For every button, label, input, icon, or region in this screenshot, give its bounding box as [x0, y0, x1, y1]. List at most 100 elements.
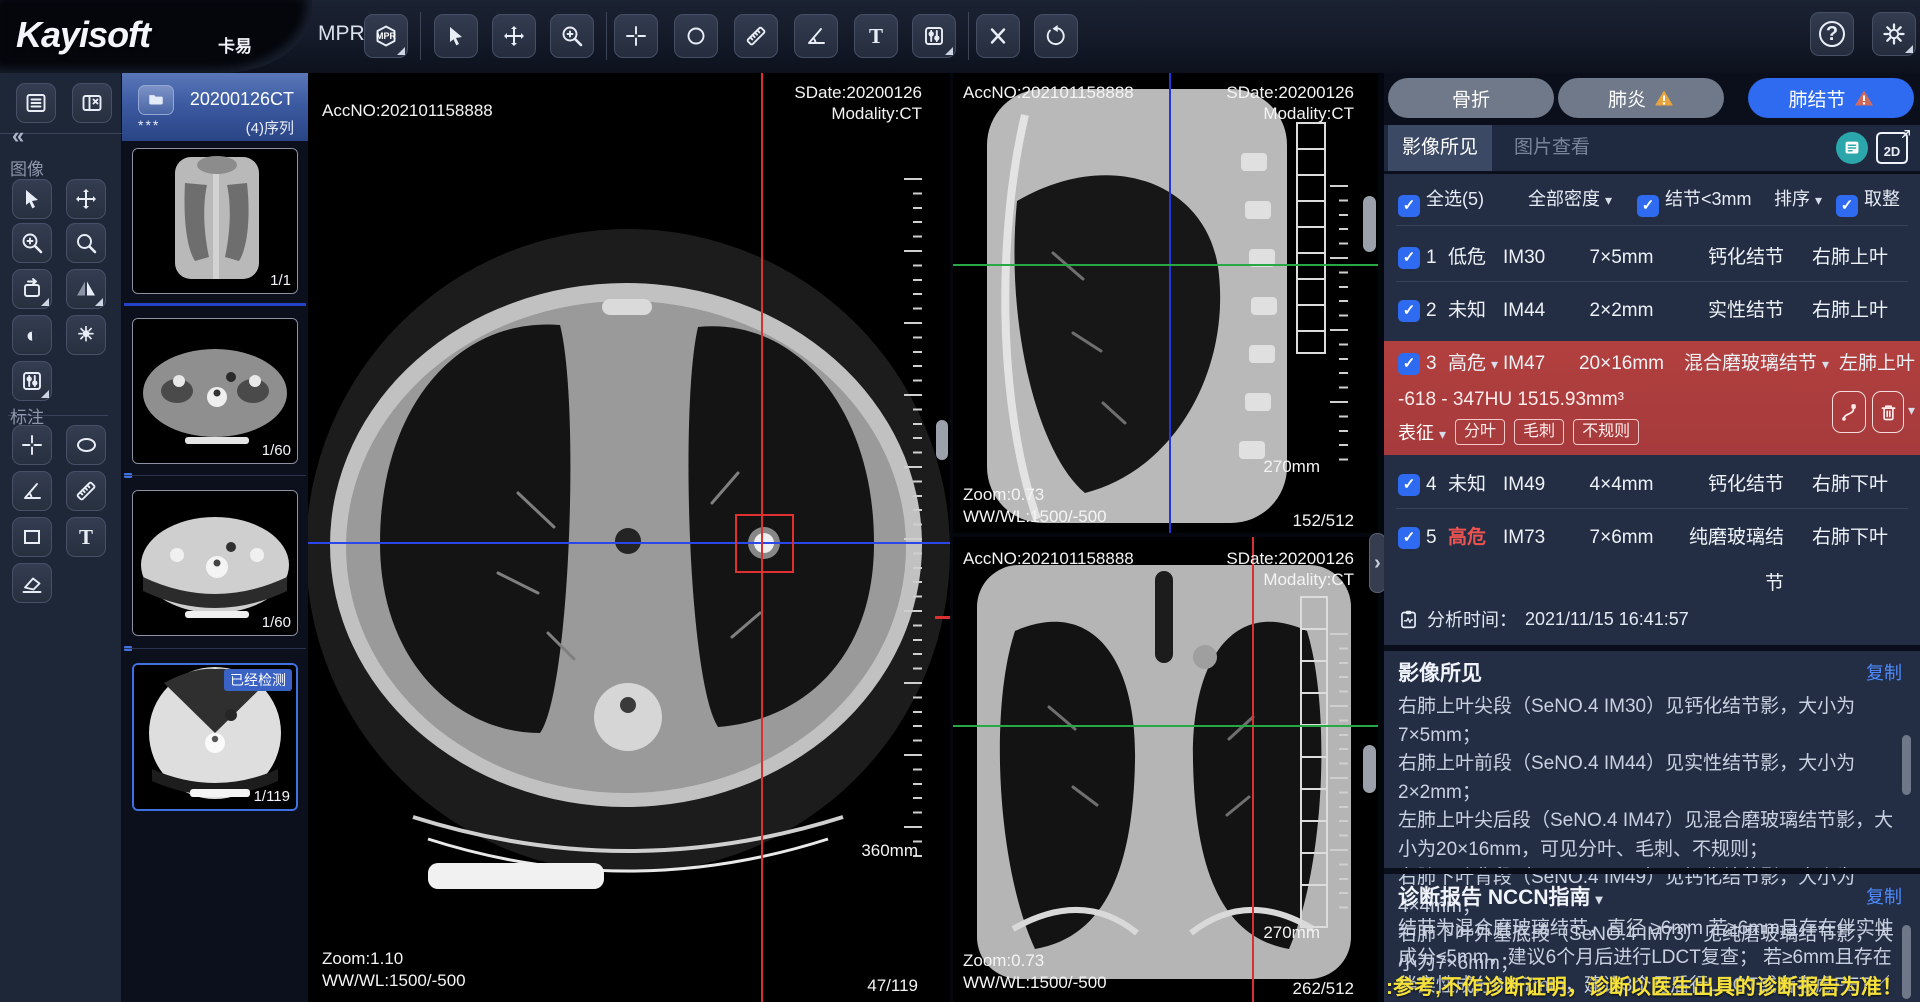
tab-image-view[interactable]: 图片查看	[1500, 125, 1604, 171]
findings-scrollbar-thumb[interactable]	[1902, 735, 1911, 795]
copy-report-link[interactable]: 复制	[1866, 883, 1902, 909]
angle-annotate-button[interactable]	[12, 471, 52, 511]
ruler-tool-button[interactable]	[734, 14, 778, 58]
pan-tool-side[interactable]	[66, 179, 106, 219]
nodule-row-3-selected[interactable]: 3 高危 IM47 20×16mm 混合磨玻璃结节 左肺上叶 -618 - 34…	[1384, 341, 1920, 455]
locate-nodule-button[interactable]	[1832, 391, 1866, 433]
coronal-crosshair-horizontal[interactable]	[953, 725, 1378, 727]
round-label[interactable]: 取整	[1864, 175, 1900, 223]
expand-arrow-icon	[1896, 128, 1912, 144]
series-thumbnail-1[interactable]: 1/1	[132, 148, 298, 294]
axial-crosshair-horizontal[interactable]	[308, 542, 950, 544]
module-lung-nodule[interactable]: 肺结节	[1748, 78, 1914, 118]
module-fracture[interactable]: 骨折	[1388, 78, 1554, 118]
sagittal-crosshair-vertical[interactable]	[1169, 73, 1171, 533]
clear-annotations-button[interactable]	[976, 14, 1020, 58]
axial-scrollbar-thumb[interactable]	[936, 420, 948, 460]
sagittal-viewport[interactable]: AccNO:202101158888 SDate:20200126 Modali…	[953, 73, 1378, 533]
checkbox-checked-icon[interactable]	[1398, 527, 1420, 549]
nodule-risk-dropdown[interactable]: 高危	[1448, 341, 1498, 387]
report-bubble-button[interactable]	[1836, 132, 1868, 164]
window-level-button[interactable]	[912, 14, 956, 58]
magnify-tool-side[interactable]	[66, 223, 106, 263]
nodule-row-5[interactable]: 5 高危 IM73 7×6mm 纯磨玻璃结节 右肺下叶	[1384, 515, 1920, 561]
zoom-in-tool-side[interactable]	[12, 223, 52, 263]
ellipse-annotate-button[interactable]	[66, 425, 106, 465]
report-scrollbar-thumb[interactable]	[1902, 925, 1911, 999]
mpr-layout-button[interactable]: MPR	[364, 14, 408, 58]
lt3mm-checkbox[interactable]	[1637, 175, 1659, 223]
nodule-index: 3	[1426, 341, 1437, 387]
sagittal-modality: Modality:CT	[1263, 104, 1354, 124]
select-all-label[interactable]: 全选(5)	[1426, 175, 1484, 223]
settings-button[interactable]	[1872, 12, 1916, 56]
axial-viewport[interactable]: AccNO:202101158888 SDate:20200126 Modali…	[308, 73, 950, 1002]
folder-icon[interactable]	[138, 85, 174, 115]
crosshair-annotate-button[interactable]	[12, 425, 52, 465]
clipboard-icon	[1398, 609, 1419, 630]
nodule-type-dropdown[interactable]: 混合磨玻璃结节	[1664, 341, 1829, 387]
features-dropdown[interactable]: 表征	[1398, 419, 1446, 445]
checkbox-checked-icon[interactable]	[1398, 474, 1420, 496]
text-annotate-button[interactable]	[66, 517, 106, 557]
series-list-button[interactable]	[16, 83, 56, 123]
help-button[interactable]	[1810, 12, 1854, 56]
invert-icon	[26, 325, 39, 346]
tab-imaging-findings[interactable]: 影像所见	[1388, 125, 1492, 171]
brightness-tool-side[interactable]	[66, 315, 106, 355]
nodule-row-4[interactable]: 4 未知 IM49 4×4mm 钙化结节 右肺下叶	[1384, 462, 1920, 508]
rect-annotate-button[interactable]	[12, 517, 52, 557]
levels-tool-side[interactable]	[12, 361, 52, 401]
move-icon	[74, 187, 98, 211]
density-filter-dropdown[interactable]: 全部密度	[1528, 175, 1612, 223]
checkbox-checked-icon[interactable]	[1398, 353, 1420, 375]
invert-tool-side[interactable]	[12, 315, 52, 355]
sagittal-scrollbar-thumb[interactable]	[1363, 196, 1376, 252]
checkbox-checked-icon[interactable]	[1398, 195, 1420, 217]
report-title-dropdown[interactable]: 诊断报告 NCCN指南	[1398, 881, 1603, 911]
flip-tool-side[interactable]	[66, 269, 106, 309]
feature-chip[interactable]: 毛刺	[1514, 419, 1564, 445]
text-tool-button[interactable]	[854, 14, 898, 58]
collapse-sidebar-button[interactable]	[12, 125, 24, 147]
sort-dropdown[interactable]: 排序	[1774, 175, 1822, 223]
ruler-annotate-button[interactable]	[66, 471, 106, 511]
pointer-tool-button[interactable]	[434, 14, 478, 58]
coronal-scrollbar-thumb[interactable]	[1363, 745, 1376, 793]
delete-nodule-button[interactable]	[1872, 391, 1904, 433]
crosshair-tool-button[interactable]	[614, 14, 658, 58]
nodule-row-3-header[interactable]: 3 高危 IM47 20×16mm 混合磨玻璃结节 左肺上叶	[1384, 341, 1920, 387]
angle-tool-button[interactable]	[794, 14, 838, 58]
feature-chip[interactable]: 不规则	[1573, 419, 1639, 445]
feature-chip[interactable]: 分叶	[1455, 419, 1505, 445]
pointer-tool-side[interactable]	[12, 179, 52, 219]
copy-findings-link[interactable]: 复制	[1866, 659, 1902, 685]
nodule-row-1[interactable]: 1 低危 IM30 7×5mm 钙化结节 右肺上叶	[1384, 235, 1920, 281]
pan-tool-button[interactable]	[492, 14, 536, 58]
reset-button[interactable]	[1034, 14, 1078, 58]
zoom-tool-button[interactable]	[550, 14, 594, 58]
rotate-tool-side[interactable]	[12, 269, 52, 309]
lt3mm-label[interactable]: 结节<3mm	[1665, 175, 1752, 223]
ellipse-tool-button[interactable]	[674, 14, 718, 58]
series-thumbnail-4-selected[interactable]: 已经检测 1/119	[132, 663, 298, 811]
round-checkbox[interactable]	[1836, 175, 1858, 223]
sagittal-crosshair-horizontal[interactable]	[953, 264, 1378, 266]
nodule-row-2[interactable]: 2 未知 IM44 2×2mm 实性结节 右肺上叶	[1384, 288, 1920, 334]
checkbox-checked-icon[interactable]	[1398, 247, 1420, 269]
select-all-checkbox[interactable]	[1398, 175, 1420, 223]
nodule-roi-box[interactable]	[735, 514, 794, 573]
checkbox-checked-icon[interactable]	[1398, 300, 1420, 322]
module-pneumonia[interactable]: 肺炎	[1558, 78, 1724, 118]
coronal-crosshair-vertical[interactable]	[1252, 537, 1254, 1002]
eraser-button[interactable]	[12, 563, 52, 603]
module-label: 肺炎	[1608, 85, 1646, 112]
view-2d-button[interactable]: 2D	[1876, 132, 1908, 164]
study-header[interactable]: 20200126CT *** (4)序列	[122, 73, 308, 141]
coronal-viewport[interactable]: AccNO:202101158888 SDate:20200126 Modali…	[953, 537, 1378, 1002]
checkbox-checked-icon[interactable]	[1836, 195, 1858, 217]
close-layout-button[interactable]	[72, 83, 112, 123]
series-thumbnail-3[interactable]: 1/60	[132, 490, 298, 636]
series-thumbnail-2[interactable]: 1/60	[132, 318, 298, 464]
checkbox-checked-icon[interactable]	[1637, 195, 1659, 217]
